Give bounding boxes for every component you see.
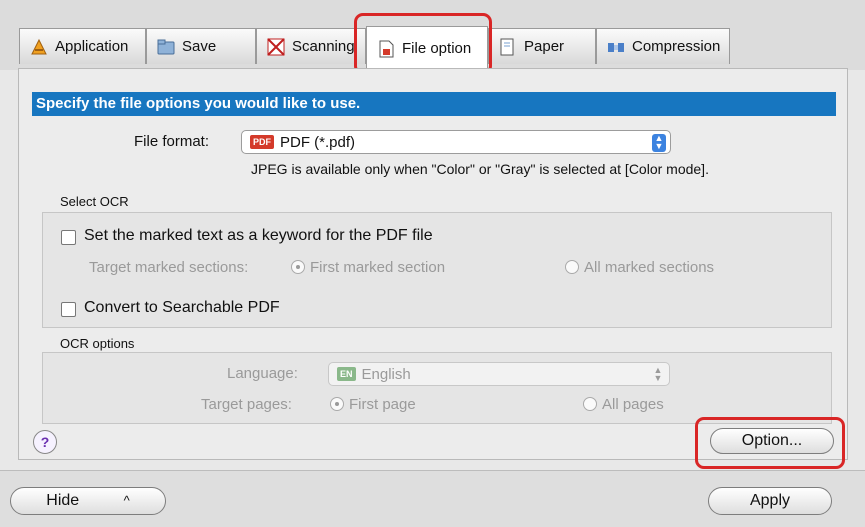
radio-first-marked-label: First marked section [310,259,446,276]
target-pages-label: Target pages: [201,396,292,413]
keyword-checkbox[interactable] [61,230,76,245]
radio-first-marked[interactable]: First marked section [291,259,445,276]
tab-label: Paper [524,38,565,55]
hide-button-label: Hide [46,492,80,509]
radio-all-pages-label: All pages [602,396,664,413]
radio-all-marked[interactable]: All marked sections [565,259,714,276]
target-marked-label: Target marked sections: [89,259,249,276]
keyword-checkbox-label: Set the marked text as a keyword for the… [84,227,433,244]
language-label: Language: [227,365,298,382]
tab-bar: Application Save Scanning File option Pa… [0,0,865,70]
tab-file-option[interactable]: File option [366,26,488,70]
radio-button-icon [565,260,579,274]
pdf-icon: PDF [250,135,274,149]
instruction-banner: Specify the file options you would like … [32,92,836,116]
radio-all-marked-label: All marked sections [584,259,715,276]
radio-all-pages[interactable]: All pages [583,396,664,413]
select-arrows-icon: ▲ ▼ [652,134,666,152]
language-flag-icon: EN [337,367,356,381]
radio-button-icon [583,397,597,411]
file-format-label: File format: [134,133,210,150]
paper-icon [499,38,517,56]
apply-button[interactable]: Apply [708,487,832,515]
language-select[interactable]: EN English ▲ ▼ [328,362,670,386]
bottom-bar: Hide ^ Apply [0,470,865,527]
tab-scanning[interactable]: Scanning [256,28,366,64]
tab-compression[interactable]: Compression [596,28,730,64]
radio-first-page[interactable]: First page [330,396,416,413]
tab-label: Save [182,38,217,55]
settings-panel: Specify the file options you would like … [18,68,848,460]
tab-label: Application [55,38,129,55]
select-ocr-title: Select OCR [60,194,129,209]
searchable-pdf-label: Convert to Searchable PDF [84,299,280,316]
help-button[interactable]: ? [33,430,57,454]
select-ocr-group: Set the marked text as a keyword for the… [42,212,832,328]
tab-label: Compression [632,38,721,55]
ocr-options-group: Language: EN English ▲ ▼ Target pages: Fi… [42,352,832,424]
searchable-pdf-checkbox[interactable] [61,302,76,317]
option-button[interactable]: Option... [710,428,834,454]
radio-button-icon [291,260,305,274]
language-value: English [361,365,411,383]
file-format-note: JPEG is available only when "Color" or "… [251,161,709,177]
tab-save[interactable]: Save [146,28,256,64]
file-format-select[interactable]: PDF PDF (*.pdf) ▲ ▼ [241,130,671,154]
compression-icon [607,38,625,56]
save-folder-icon [157,38,175,56]
radio-first-page-label: First page [349,396,416,413]
tab-label: File option [402,40,472,57]
chevron-up-icon: ^ [123,493,130,508]
ocr-options-title: OCR options [60,336,135,351]
file-format-value: PDF (*.pdf) [280,133,356,151]
application-icon [30,38,48,56]
hide-button[interactable]: Hide ^ [10,487,166,515]
radio-button-icon [330,397,344,411]
tab-label: Scanning [292,38,355,55]
select-arrows-icon: ▲ ▼ [653,365,663,383]
scanning-icon [267,37,285,56]
file-option-icon [377,40,395,58]
tab-application[interactable]: Application [19,28,146,64]
tab-paper[interactable]: Paper [488,28,596,64]
